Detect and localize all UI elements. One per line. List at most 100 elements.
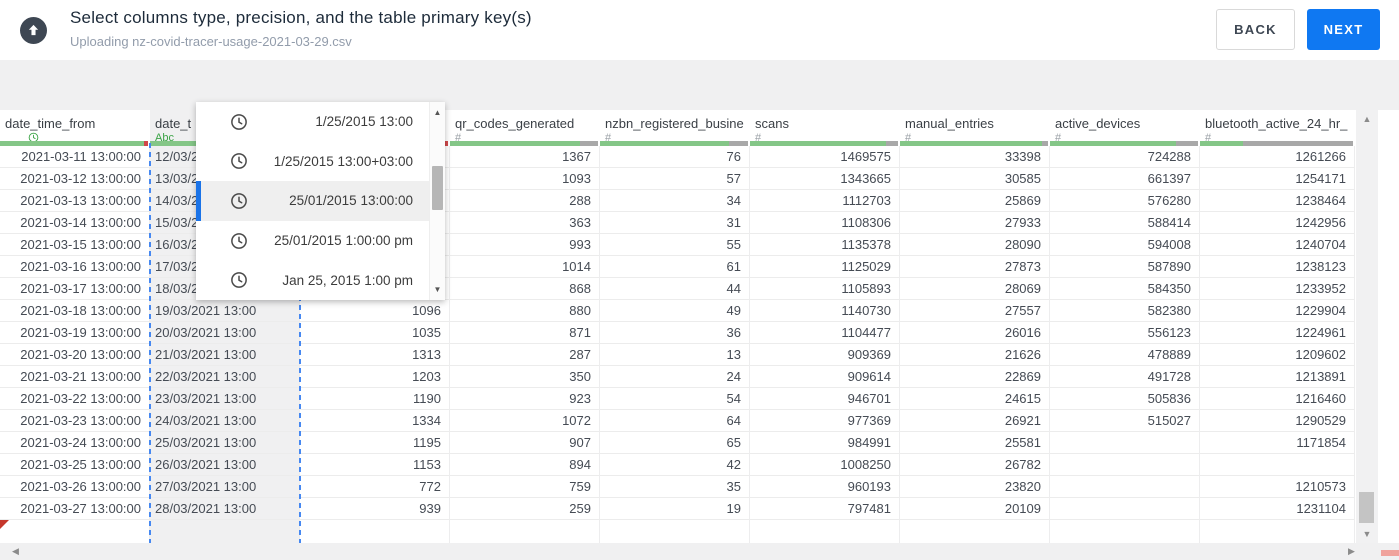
table-cell: 1254171: [1200, 168, 1355, 190]
table-cell: 1203: [300, 366, 450, 388]
table-cell: 27933: [900, 212, 1050, 234]
column-header-date_time_from[interactable]: date_time_from: [0, 110, 150, 146]
scroll-up-arrow-icon[interactable]: ▲: [1356, 114, 1378, 124]
table-cell: 23/03/2021 13:00: [150, 388, 300, 410]
table-cell: 1096: [300, 300, 450, 322]
column-header-nzbn_registered_busine[interactable]: nzbn_registered_busine #: [600, 110, 750, 146]
table-cell: 1035: [300, 322, 450, 344]
dropdown-option[interactable]: 1/25/2015 13:00: [196, 102, 429, 142]
table-cell: [900, 520, 1050, 543]
table-cell: 1229904: [1200, 300, 1355, 322]
table-cell: 76: [600, 146, 750, 168]
table-cell: 21626: [900, 344, 1050, 366]
option-label: 25/01/2015 1:00:00 pm: [274, 233, 413, 249]
table-cell: 909369: [750, 344, 900, 366]
table-cell: 1242956: [1200, 212, 1355, 234]
table-cell: 24/03/2021 13:00: [150, 410, 300, 432]
horizontal-scrollbar[interactable]: ◀ ▶: [0, 543, 1399, 560]
table-cell: 2021-03-15 13:00:00: [0, 234, 150, 256]
table-cell: 2021-03-26 13:00:00: [0, 476, 150, 498]
scroll-down-arrow-icon[interactable]: ▼: [1356, 529, 1378, 539]
scroll-left-arrow-icon[interactable]: ◀: [12, 546, 19, 557]
table-cell: 1072: [450, 410, 600, 432]
table-cell: 2021-03-25 13:00:00: [0, 454, 150, 476]
table-cell: 2021-03-21 13:00:00: [0, 366, 150, 388]
dropdown-option[interactable]: 25/01/2015 1:00:00 pm: [196, 221, 429, 261]
table-cell: 20/03/2021 13:00: [150, 322, 300, 344]
option-label: 25/01/2015 13:00:00: [289, 193, 413, 209]
table-cell: 797481: [750, 498, 900, 520]
column-header-manual_entries[interactable]: manual_entries #: [900, 110, 1050, 146]
column-header-active_devices[interactable]: active_devices #: [1050, 110, 1200, 146]
table-cell: 34: [600, 190, 750, 212]
table-cell: 1240704: [1200, 234, 1355, 256]
dropdown-option[interactable]: 1/25/2015 13:00+03:00: [196, 142, 429, 182]
table-cell: [1200, 520, 1355, 543]
column-header-qr_codes_generated[interactable]: qr_codes_generated #: [450, 110, 600, 146]
dropdown-option[interactable]: Jan 25, 2015 1:00 pm: [196, 260, 429, 300]
table-cell: 30585: [900, 168, 1050, 190]
clock-icon: [231, 232, 247, 249]
table-cell: 478889: [1050, 344, 1200, 366]
dropdown-scroll-up-icon[interactable]: ▲: [430, 108, 445, 117]
vertical-scrollbar[interactable]: ▲ ▼: [1356, 110, 1378, 543]
table-row: 2021-03-26 13:00:00 27/03/2021 13:00 772 75…: [0, 476, 1399, 498]
column-header-bluetooth_active_24_hr_[interactable]: bluetooth_active_24_hr_ #: [1200, 110, 1355, 146]
table-cell: 1238123: [1200, 256, 1355, 278]
scroll-right-arrow-icon[interactable]: ▶: [1348, 546, 1355, 557]
table-cell: [150, 520, 300, 543]
table-row: 2021-03-20 13:00:00 21/03/2021 13:00 1313 2…: [0, 344, 1399, 366]
table-cell: 28090: [900, 234, 1050, 256]
table-cell: 2021-03-18 13:00:00: [0, 300, 150, 322]
table-cell: 2021-03-17 13:00:00: [0, 278, 150, 300]
table-cell: 19/03/2021 13:00: [150, 300, 300, 322]
table-cell: [1050, 476, 1200, 498]
table-cell: 24: [600, 366, 750, 388]
table-cell: 661397: [1050, 168, 1200, 190]
table-cell: 65: [600, 432, 750, 454]
table-cell: 576280: [1050, 190, 1200, 212]
table-row: 2021-03-18 13:00:00 19/03/2021 13:00 1096 8…: [0, 300, 1399, 322]
table-cell: 1231104: [1200, 498, 1355, 520]
table-cell: 1014: [450, 256, 600, 278]
horizontal-scrollbar-thumb[interactable]: [1381, 550, 1399, 556]
table-cell: 57: [600, 168, 750, 190]
table-cell: 977369: [750, 410, 900, 432]
table-cell: 24615: [900, 388, 1050, 410]
vertical-scrollbar-thumb[interactable]: [1359, 492, 1374, 523]
dropdown-scrollbar-thumb[interactable]: [432, 166, 443, 210]
table-cell: 491728: [1050, 366, 1200, 388]
table-cell: [300, 520, 450, 543]
table-cell: [1050, 454, 1200, 476]
table-cell: 584350: [1050, 278, 1200, 300]
dropdown-options-list: 1/25/2015 13:00 1/25/2015 13:00+03:00 25/0…: [196, 102, 429, 300]
table-cell: 582380: [1050, 300, 1200, 322]
dropdown-scrollbar[interactable]: ▲ ▼: [429, 102, 445, 300]
next-button[interactable]: NEXT: [1307, 9, 1380, 50]
column-name: date_time_from: [5, 116, 96, 131]
table-cell: 946701: [750, 388, 900, 410]
table-cell: 19: [600, 498, 750, 520]
table-cell: 1216460: [1200, 388, 1355, 410]
option-label: 1/25/2015 13:00+03:00: [273, 153, 413, 169]
table-cell: 2021-03-20 13:00:00: [0, 344, 150, 366]
back-button[interactable]: BACK: [1216, 9, 1295, 50]
selected-indicator: [196, 181, 201, 221]
table-cell: 28069: [900, 278, 1050, 300]
table-cell: 55: [600, 234, 750, 256]
table-cell: 1112703: [750, 190, 900, 212]
table-cell: 22/03/2021 13:00: [150, 366, 300, 388]
table-cell: 1224961: [1200, 322, 1355, 344]
table-row: 2021-03-24 13:00:00 25/03/2021 13:00 1195 9…: [0, 432, 1399, 454]
table-cell: 880: [450, 300, 600, 322]
upload-icon: [20, 17, 47, 44]
column-name: manual_entries: [905, 116, 994, 131]
table-cell: 1135378: [750, 234, 900, 256]
table-cell: 287: [450, 344, 600, 366]
upload-wizard: Select columns type, precision, and the …: [0, 0, 1399, 560]
table-cell: 259: [450, 498, 600, 520]
wizard-header: Select columns type, precision, and the …: [0, 0, 1399, 60]
column-header-scans[interactable]: scans #: [750, 110, 900, 146]
dropdown-scroll-down-icon[interactable]: ▼: [430, 285, 445, 294]
dropdown-option[interactable]: 25/01/2015 13:00:00: [196, 181, 429, 221]
